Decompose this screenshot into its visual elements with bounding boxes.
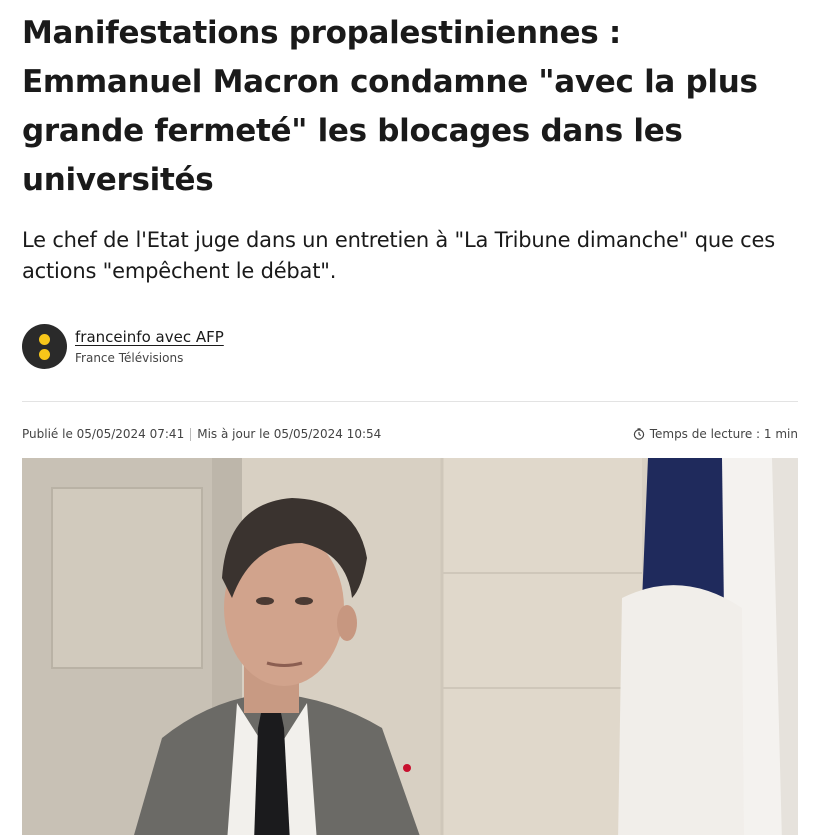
author-organization: France Télévisions xyxy=(75,351,184,365)
clock-icon xyxy=(633,428,644,440)
article-photo xyxy=(22,458,798,835)
divider xyxy=(22,401,798,402)
author-block: franceinfo avec AFP France Télévisions xyxy=(22,323,798,369)
article-headline: Manifestations propalestiniennes : Emman… xyxy=(22,15,758,198)
franceinfo-logo-icon xyxy=(22,323,67,369)
author-link[interactable]: franceinfo avec AFP xyxy=(75,327,224,347)
reading-time: Temps de lecture : 1 min xyxy=(649,427,798,441)
article-lead: Le chef de l'Etat juge dans un entretien… xyxy=(22,228,775,283)
meta-separator xyxy=(190,427,192,441)
updated-date: Mis à jour le 05/05/2024 10:54 xyxy=(197,427,382,441)
photo-illustration xyxy=(22,458,798,835)
published-date: Publié le 05/05/2024 07:41 xyxy=(22,427,185,441)
article-meta: Publié le 05/05/2024 07:41 Mis à jour le… xyxy=(22,424,798,444)
article: Manifestations propalestiniennes : Emman… xyxy=(22,0,798,835)
